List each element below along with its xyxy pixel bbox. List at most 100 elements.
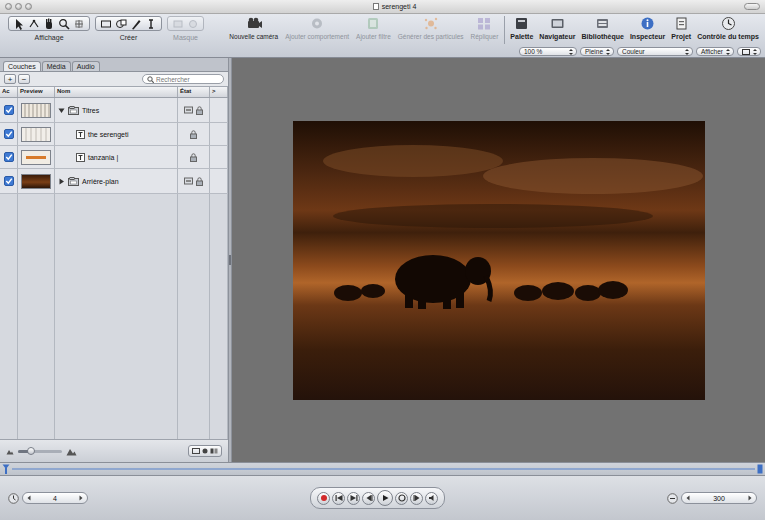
panel-button[interactable]: Palette [510, 16, 533, 40]
decrement-icon[interactable] [686, 495, 690, 501]
transport-button[interactable] [395, 492, 408, 505]
minimize-button[interactable] [15, 3, 22, 10]
column-title[interactable]: État [178, 87, 210, 97]
lock-icon[interactable] [190, 130, 197, 139]
panel-button[interactable]: Projet [671, 16, 691, 40]
mini-timeline[interactable] [0, 462, 765, 476]
toolbar-action: Répliquer [471, 16, 499, 40]
current-frame-field-value[interactable]: 4 [53, 495, 57, 502]
current-frame-field[interactable]: 4 [22, 492, 88, 504]
increment-icon[interactable] [79, 495, 83, 501]
playhead-icon[interactable] [2, 464, 10, 474]
decrement-icon[interactable] [27, 495, 31, 501]
tool-box [95, 16, 162, 31]
clock-icon[interactable] [8, 493, 19, 504]
canvas-frame[interactable] [293, 121, 705, 400]
transport-button[interactable] [332, 492, 345, 505]
column-title[interactable]: Ac [0, 87, 18, 97]
layer-name[interactable]: tanzania | [88, 154, 118, 161]
layer-row[interactable]: Titres [0, 98, 228, 123]
pen-icon[interactable] [130, 18, 142, 30]
transform-icon[interactable] [28, 18, 40, 30]
panel-tab[interactable]: Couches [3, 61, 41, 71]
lock-icon[interactable] [196, 106, 203, 115]
popup-arrows-icon [684, 48, 690, 56]
shape-icon[interactable] [115, 18, 127, 30]
lock-icon[interactable] [196, 177, 203, 186]
disclosure-triangle-icon[interactable] [58, 178, 65, 185]
arrow-icon[interactable] [13, 18, 25, 30]
increment-icon[interactable] [748, 495, 752, 501]
view-popup[interactable]: Pleine [580, 47, 614, 56]
transport-button[interactable] [362, 492, 375, 505]
layers-footer [0, 439, 228, 462]
layer-row[interactable]: tanzania | [0, 146, 228, 169]
group-icon [68, 177, 79, 186]
visibility-checkbox[interactable] [4, 129, 14, 139]
transport-button[interactable] [425, 492, 438, 505]
column-title[interactable]: Preview [18, 87, 55, 97]
toolbar-action[interactable]: Nouvelle caméra [229, 16, 278, 40]
search-input[interactable] [156, 75, 219, 83]
group-state-icon[interactable] [184, 177, 193, 185]
panel-tab[interactable]: Média [42, 61, 71, 71]
layout-popup[interactable] [737, 47, 761, 56]
transport-button[interactable] [410, 492, 423, 505]
column-title[interactable]: Nom [55, 87, 178, 97]
layer-name[interactable]: Titres [82, 107, 99, 114]
toolbar: AffichageCréerMasqueNouvelle caméraAjout… [0, 14, 765, 58]
layer-row[interactable]: Arrière-plan [0, 169, 228, 194]
group-state-icon[interactable] [184, 106, 193, 114]
end-frame-field-value[interactable]: 300 [713, 495, 725, 502]
list-view-icon[interactable] [192, 448, 200, 454]
layer-name[interactable]: the serengeti [88, 131, 128, 138]
split-view-icon[interactable] [210, 448, 218, 454]
palette-icon [514, 16, 529, 31]
zoom-icon[interactable] [58, 18, 70, 30]
column-title[interactable]: > [210, 87, 228, 97]
navigator-icon [550, 16, 565, 31]
transport-button[interactable] [347, 492, 360, 505]
view-popup[interactable]: Afficher [696, 47, 734, 56]
panel-button[interactable]: Bibliothèque [582, 16, 624, 40]
layer-name[interactable]: Arrière-plan [82, 178, 119, 185]
toolbar-main-row: AffichageCréerMasqueNouvelle caméraAjout… [0, 14, 765, 46]
search-field[interactable] [142, 74, 224, 84]
panel-button-label: Contrôle du temps [697, 33, 759, 40]
canvas[interactable] [232, 58, 765, 462]
visibility-checkbox[interactable] [4, 105, 14, 115]
toolbar-action-label: Répliquer [471, 33, 499, 40]
crop-icon[interactable] [73, 18, 85, 30]
remove-layer-button[interactable]: − [18, 74, 30, 84]
panel-button[interactable]: Contrôle du temps [697, 16, 759, 40]
visibility-checkbox[interactable] [4, 176, 14, 186]
record-view-icon[interactable] [202, 448, 208, 454]
hand-icon[interactable] [43, 18, 55, 30]
add-layer-button[interactable]: + [4, 74, 16, 84]
layer-row[interactable]: the serengeti [0, 123, 228, 146]
timeline-track [12, 468, 755, 470]
toolbar-toggle[interactable] [744, 3, 760, 10]
panel-button[interactable]: Navigateur [539, 16, 575, 40]
visibility-checkbox[interactable] [4, 152, 14, 162]
popup-arrows-icon [568, 48, 574, 56]
thumbnail-size-slider[interactable] [18, 450, 62, 453]
panel-button[interactable]: Inspecteur [630, 16, 665, 40]
end-frame-field[interactable]: 300 [681, 492, 757, 504]
close-button[interactable] [5, 3, 12, 10]
disclosure-triangle-icon[interactable] [58, 107, 65, 114]
slider-knob[interactable] [27, 447, 35, 455]
view-popup[interactable]: 100 % [519, 47, 577, 56]
rectangle-icon[interactable] [100, 18, 112, 30]
toolbar-action-label: Ajouter comportement [285, 33, 349, 40]
lock-icon[interactable] [190, 153, 197, 162]
text-cursor-icon[interactable] [145, 18, 157, 30]
transport-button[interactable] [317, 492, 330, 505]
view-popup[interactable]: Couleur [617, 47, 693, 56]
out-point-icon[interactable] [757, 464, 763, 474]
duration-icon[interactable] [667, 493, 678, 504]
go-to-end-icon [350, 494, 358, 502]
panel-tab[interactable]: Audio [72, 61, 100, 71]
zoom-button[interactable] [25, 3, 32, 10]
transport-button[interactable] [377, 490, 393, 506]
